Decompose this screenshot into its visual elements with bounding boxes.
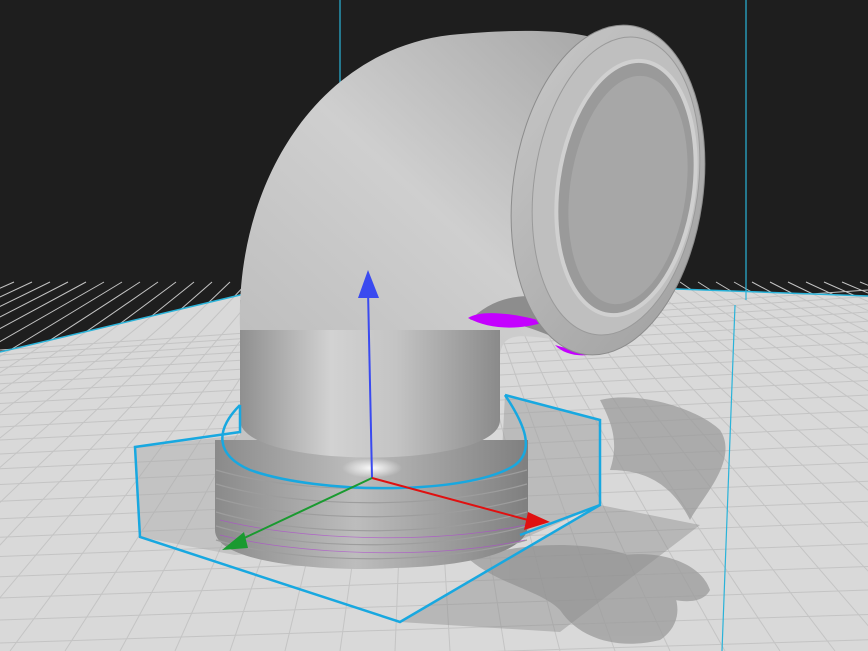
scene-canvas[interactable] <box>0 0 868 651</box>
3d-viewport[interactable] <box>0 0 868 651</box>
